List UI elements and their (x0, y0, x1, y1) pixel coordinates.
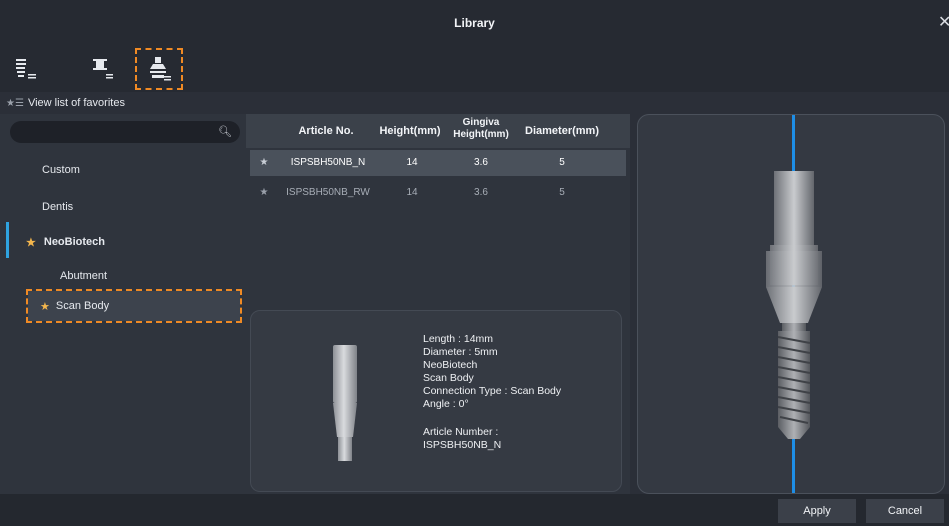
cell-gingiva: 3.6 (474, 157, 488, 168)
search-input[interactable]: 🔍︎ (10, 121, 240, 143)
sidebar-item-label: Dentis (42, 201, 74, 213)
sidebar-item-custom[interactable]: Custom (42, 160, 80, 180)
cell-diameter: 5 (559, 157, 565, 168)
table-row[interactable]: ★ ISPSBH50NB_N 14 3.6 5 (250, 150, 626, 176)
scan-body-thumbnail (333, 345, 357, 461)
cell-height: 14 (406, 157, 418, 168)
implant-fixture-icon (16, 59, 36, 79)
sidebar-item-dentis[interactable]: Dentis (42, 197, 73, 217)
sidebar: 🔍︎ Custom Dentis ★ NeoBiotech Abutment ★… (0, 114, 246, 494)
detail-article-value: ISPSBH50NB_N (423, 439, 502, 451)
search-icon[interactable]: 🔍︎ (218, 125, 232, 138)
table-header: Article No. Height(mm) Gingiva Height(mm… (246, 114, 630, 148)
tool-implant-fixture[interactable] (4, 50, 48, 88)
favorite-star-icon[interactable]: ★ (256, 157, 272, 168)
cell-height: 14 (406, 187, 418, 198)
detail-brand: NeoBiotech (423, 359, 478, 371)
column-header-article[interactable]: Article No. (284, 125, 368, 137)
model-preview[interactable] (637, 114, 945, 494)
sidebar-item-label: Scan Body (55, 300, 110, 312)
title-bar: Library ✕ (0, 0, 949, 44)
detail-type: Scan Body (423, 372, 474, 384)
window-title: Library (454, 16, 495, 30)
column-header-gingiva-line1: Gingiva (462, 117, 500, 128)
sidebar-item-abutment[interactable]: Abutment (60, 266, 107, 286)
category-toolbar (0, 44, 949, 92)
apply-button[interactable]: Apply (778, 499, 856, 523)
favorites-label: View list of favorites (27, 97, 125, 109)
cell-article: ISPSBH50NB_RW (286, 187, 370, 198)
cancel-button[interactable]: Cancel (866, 499, 944, 523)
cell-diameter: 5 (559, 187, 565, 198)
detail-angle: Angle : 0° (423, 398, 469, 410)
star-icon: ★ (26, 236, 36, 249)
column-header-gingiva[interactable]: Gingiva Height(mm) (446, 117, 516, 141)
tool-abutment[interactable] (80, 50, 124, 88)
favorites-toggle[interactable]: ★☰ View list of favorites (0, 92, 246, 114)
close-icon[interactable]: ✕ (938, 12, 949, 32)
article-detail-card: Length : 14mm Diameter : 5mm NeoBiotech … (250, 310, 622, 492)
detail-connection: Connection Type : Scan Body (423, 385, 562, 397)
cell-article: ISPSBH50NB_N (290, 157, 366, 168)
abutment-icon (93, 59, 113, 79)
cell-gingiva: 3.6 (474, 187, 488, 198)
scan-body-icon (150, 57, 171, 81)
column-header-gingiva-line2: Height(mm) (453, 129, 509, 140)
favorites-list-icon: ★☰ (6, 97, 24, 109)
sidebar-item-label: Custom (42, 164, 80, 176)
selected-group-indicator (6, 222, 9, 258)
sidebar-item-scan-body[interactable]: ★ Scan Body (26, 289, 242, 323)
article-panel: Article No. Height(mm) Gingiva Height(mm… (246, 114, 630, 494)
detail-article-label: Article Number : (423, 426, 499, 438)
favorite-star-icon[interactable]: ★ (256, 187, 272, 198)
table-row[interactable]: ★ ISPSBH50NB_RW 14 3.6 5 (250, 180, 626, 206)
column-header-height[interactable]: Height(mm) (374, 125, 446, 137)
column-header-diameter[interactable]: Diameter(mm) (520, 125, 604, 137)
sidebar-item-neobiotech[interactable]: ★ NeoBiotech (26, 232, 105, 252)
footer-bar: Apply Cancel (0, 494, 949, 526)
sidebar-item-label: NeoBiotech (43, 236, 105, 248)
star-icon: ★ (40, 300, 50, 313)
tool-scan-body[interactable] (135, 48, 183, 90)
detail-length: Length : 14mm (423, 333, 494, 345)
sidebar-item-label: Abutment (60, 270, 108, 282)
implant-3d-model (766, 171, 822, 439)
detail-diameter: Diameter : 5mm (423, 346, 498, 358)
